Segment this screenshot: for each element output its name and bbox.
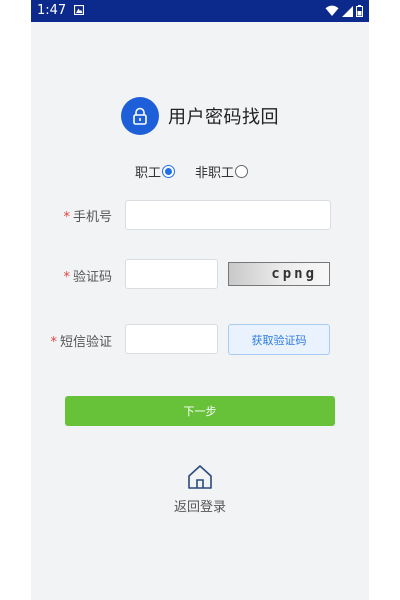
wifi-icon [325,5,339,16]
status-time: 1:47 [37,3,67,18]
next-step-button[interactable]: 下一步 [65,396,335,426]
radio-button-non-staff[interactable] [235,164,249,178]
signal-icon [342,5,353,17]
battery-icon [356,5,363,17]
phone-label: * 手机号 [31,206,112,225]
home-icon [188,465,212,489]
radio-label-non-staff: 非职工 [195,165,235,181]
required-mark: * [50,335,57,350]
radio-button-staff[interactable] [162,164,176,178]
sms-label: * 短信验证 [31,331,112,350]
sms-code-input[interactable] [125,324,218,354]
radio-option-non-staff[interactable]: 非职工 [195,162,249,181]
required-mark: * [63,210,70,225]
title-row: 用户密码找回 [121,97,279,135]
get-sms-code-button[interactable]: 获取验证码 [228,324,330,355]
page-title: 用户密码找回 [168,107,279,128]
captcha-image[interactable]: cpng [228,262,330,286]
notification-icon [74,5,84,15]
captcha-input[interactable] [125,259,218,289]
captcha-label: * 验证码 [31,266,112,285]
phone-screen: 1:47 用户密码找回 职工 非职工 * 手机号 * 验证码 cpng * 短信… [31,0,369,600]
user-type-radio-group: 职工 非职工 [135,161,249,181]
status-icons [325,4,363,18]
phone-input[interactable] [125,200,331,230]
back-to-login-label: 返回登录 [173,500,226,515]
sms-label-text: 短信验证 [59,335,112,350]
status-bar: 1:47 [31,0,369,22]
lock-icon [121,97,159,135]
captcha-label-text: 验证码 [72,270,112,285]
back-to-login-button[interactable]: 返回登录 [163,463,237,515]
required-mark: * [63,270,70,285]
phone-label-text: 手机号 [72,210,112,225]
radio-label-staff: 职工 [135,165,162,181]
captcha-text: cpng [271,266,317,282]
radio-option-staff[interactable]: 职工 [135,162,176,181]
